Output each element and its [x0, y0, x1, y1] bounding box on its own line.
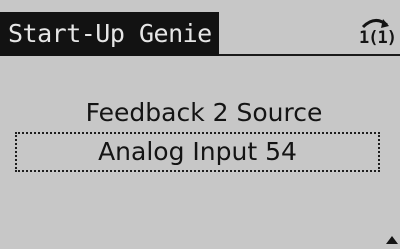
menu-title: Start-Up Genie [8, 19, 212, 48]
parameter-value-field[interactable]: Analog Input 54 [15, 132, 380, 172]
parameter-name: Feedback 2 Source [85, 98, 323, 127]
scroll-up-arrow-icon [386, 236, 398, 244]
menu-title-bar: Start-Up Genie [0, 12, 219, 56]
setup-indicator-label: 1(1) [359, 28, 397, 48]
parameter-value: Analog Input 54 [98, 137, 297, 166]
lcd-display: Start-Up Genie 1(1) Feedback 2 Source An… [0, 0, 400, 249]
title-divider [219, 54, 400, 56]
